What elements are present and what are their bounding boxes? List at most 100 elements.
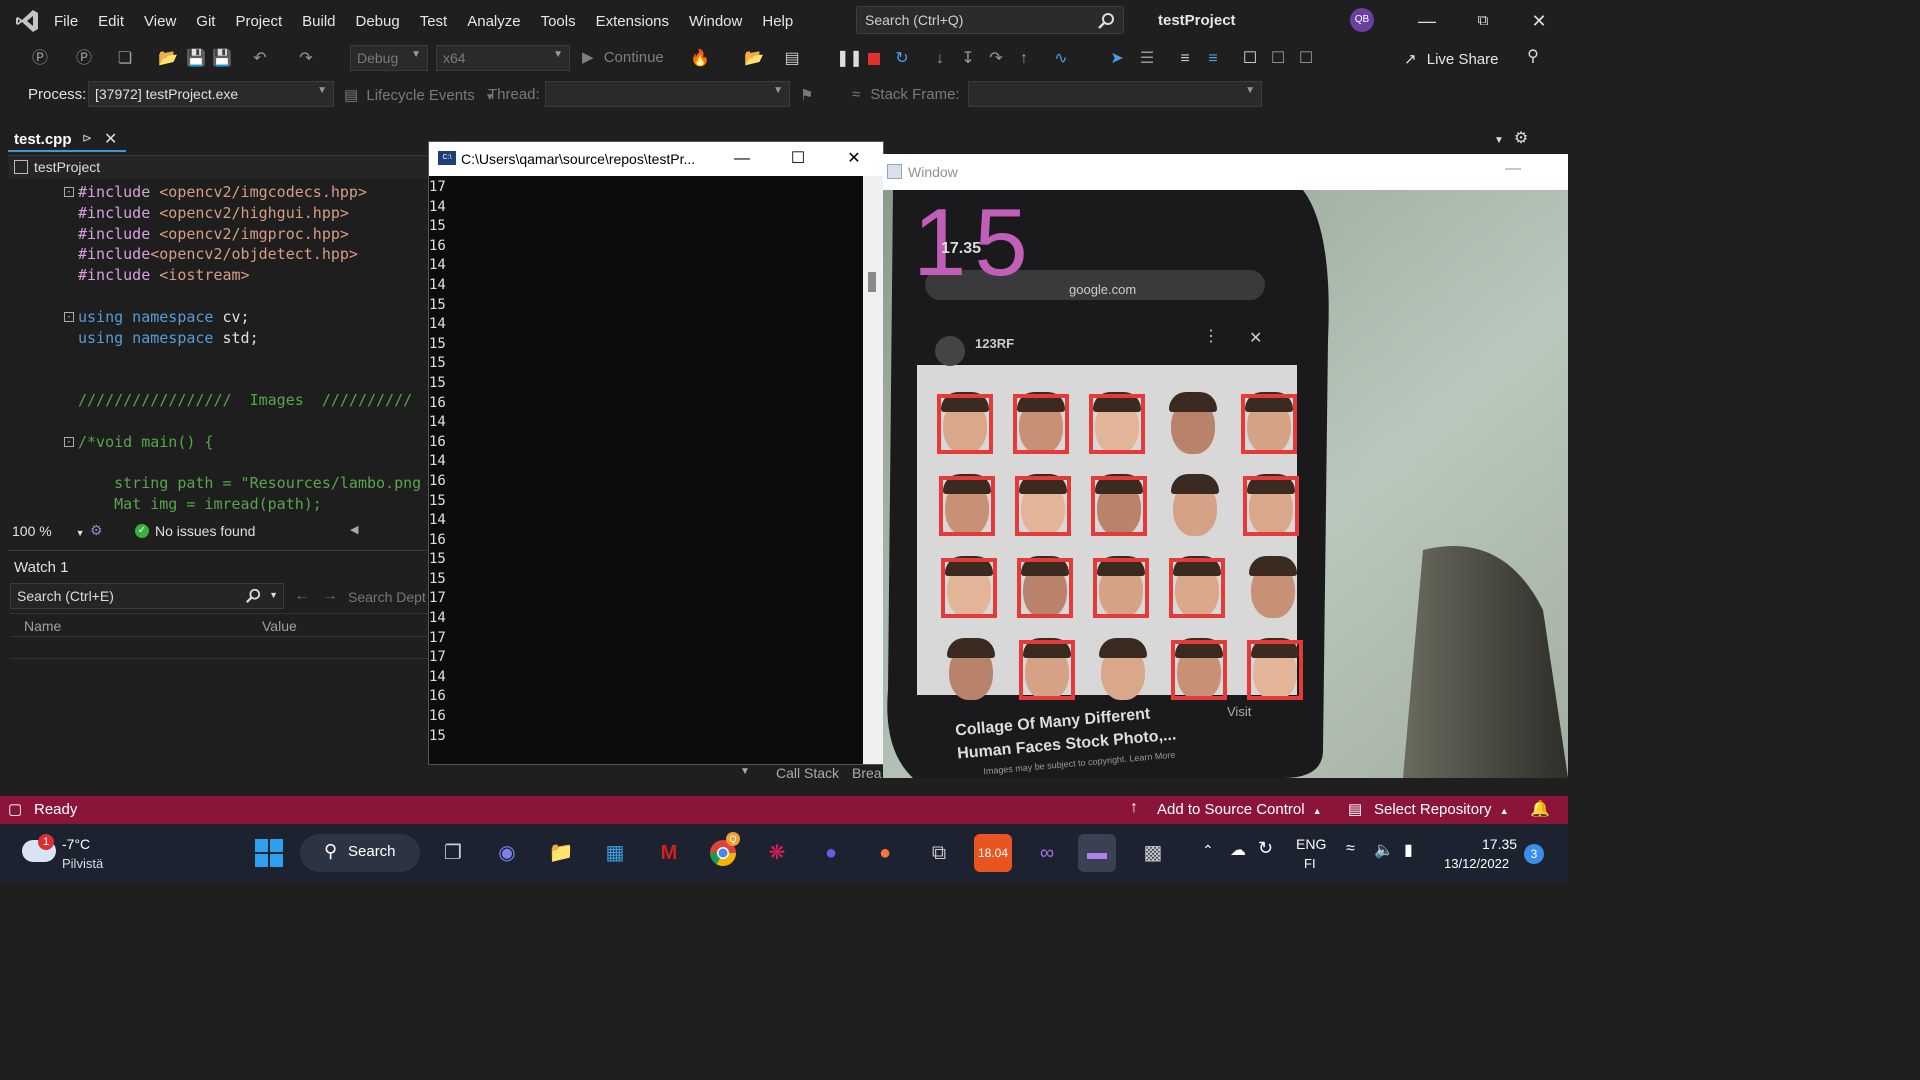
navigation-bar[interactable]: testProject	[8, 155, 428, 179]
step-over-icon[interactable]: ↧	[958, 46, 978, 72]
code-line[interactable]: Mat img = imread(path);	[78, 494, 322, 514]
watch-empty-row[interactable]	[10, 637, 428, 659]
close-button[interactable]: ✕	[839, 146, 869, 172]
process-dropdown[interactable]: [37972] testProject.exe ▼	[88, 81, 334, 107]
battery-icon[interactable]: ▮	[1404, 840, 1413, 860]
menu-view[interactable]: View	[134, 13, 186, 30]
volume-icon[interactable]: 🔈	[1374, 840, 1394, 860]
menu-edit[interactable]: Edit	[88, 13, 134, 30]
code-line[interactable]: #include <opencv2/imgproc.hpp>	[78, 224, 349, 244]
code-line[interactable]: #include <iostream>	[78, 265, 250, 285]
column-value[interactable]: Value	[262, 618, 297, 634]
opencv-window-taskbar-icon[interactable]: ▩	[1134, 834, 1172, 872]
undo-icon[interactable]: ↶	[250, 46, 270, 72]
search-input[interactable]: Search (Ctrl+Q)	[856, 6, 1124, 34]
minimize-button[interactable]: —	[1412, 6, 1442, 36]
account-avatar[interactable]: QB	[1350, 8, 1374, 32]
watch-search-input[interactable]: Search (Ctrl+E) ▼	[10, 583, 284, 609]
live-share-button[interactable]: ↗ Live Share	[1404, 50, 1498, 68]
save-icon[interactable]: 💾	[186, 46, 206, 72]
close-button[interactable]: ✕	[1524, 6, 1554, 36]
browse-folder-icon[interactable]: 📂	[744, 46, 764, 72]
task-view-icon[interactable]: ❐	[434, 834, 472, 872]
select-repository-button[interactable]: Select Repository ▲	[1374, 801, 1509, 818]
open-folder-icon[interactable]: 📂	[158, 46, 178, 72]
tab-call-stack[interactable]: Call Stack	[776, 765, 839, 781]
back-arrow-icon[interactable]: ←	[294, 587, 310, 605]
notification-count[interactable]: 3	[1524, 844, 1544, 864]
sync-icon[interactable]: ↻	[1258, 838, 1273, 859]
clock-date[interactable]: 13/12/2022	[1444, 856, 1509, 871]
code-line[interactable]: #include <opencv2/highgui.hpp>	[78, 203, 349, 223]
console-taskbar-icon[interactable]: ▬	[1078, 834, 1116, 872]
new-project-icon[interactable]: ❏	[114, 46, 136, 72]
maximize-button[interactable]: ☐	[783, 146, 813, 172]
teams-chat-icon[interactable]: ◉	[488, 834, 526, 872]
gear-icon[interactable]: ⚙	[1512, 126, 1530, 152]
issues-status[interactable]: No issues found	[155, 523, 255, 539]
menu-window[interactable]: Window	[679, 13, 752, 30]
close-icon[interactable]: ✕	[104, 129, 117, 149]
microsoft-store-icon[interactable]: ▦	[596, 834, 634, 872]
chevron-down-icon[interactable]: ▼	[740, 766, 750, 777]
language-code[interactable]: ENG	[1296, 836, 1326, 852]
menu-help[interactable]: Help	[752, 13, 803, 30]
menu-analyze[interactable]: Analyze	[457, 13, 530, 30]
intellicode-icon[interactable]: ⚙	[90, 522, 103, 539]
menu-tools[interactable]: Tools	[531, 13, 586, 30]
stop-icon[interactable]	[866, 46, 882, 72]
cursor-icon[interactable]: ➤	[1106, 46, 1128, 72]
code-line[interactable]: ///////////////// Images //////////	[78, 390, 412, 410]
menu-test[interactable]: Test	[410, 13, 458, 30]
continue-button[interactable]: ▶ Continue	[582, 48, 664, 66]
mcafee-icon[interactable]: M	[650, 834, 688, 872]
visual-studio-taskbar-icon[interactable]: ∞	[1028, 834, 1066, 872]
console-title-bar[interactable]: C:\ C:\Users\qamar\source\repos\testPr..…	[429, 142, 883, 176]
fold-toggle-icon[interactable]: -	[64, 187, 74, 197]
prev-bookmark-icon[interactable]: ☐	[1268, 46, 1288, 72]
add-source-control-button[interactable]: Add to Source Control ▲	[1157, 801, 1322, 818]
align-icon[interactable]: ☰	[1136, 46, 1158, 72]
platform-dropdown[interactable]: x64 ▼	[436, 45, 570, 71]
outdent-icon[interactable]: ≡	[1202, 46, 1224, 72]
code-line[interactable]: #include<opencv2/objdetect.hpp>	[78, 244, 358, 264]
restart-icon[interactable]: ↻	[890, 46, 914, 72]
redo-icon[interactable]: ↷	[296, 46, 316, 72]
lifecycle-events-button[interactable]: ▤ Lifecycle Events ▼	[344, 86, 495, 104]
code-line[interactable]: /*void main() {	[78, 432, 213, 452]
ubuntu-icon[interactable]: 18.04	[974, 834, 1012, 872]
configuration-dropdown[interactable]: Debug ▼	[350, 45, 428, 71]
pause-icon[interactable]: ❚❚	[836, 46, 863, 72]
tab-overflow-icon[interactable]: ▼	[1492, 128, 1506, 154]
windows-start-icon[interactable]	[250, 834, 288, 872]
bookmark-icon[interactable]: ☐	[1240, 46, 1260, 72]
hot-reload-icon[interactable]: 🔥	[690, 46, 710, 72]
browser-icon[interactable]: ●	[812, 834, 850, 872]
menu-git[interactable]: Git	[186, 13, 225, 30]
indent-icon[interactable]: ≡	[1174, 46, 1196, 72]
bell-icon[interactable]: 🔔	[1530, 799, 1550, 819]
clock-time[interactable]: 17.35	[1482, 836, 1517, 852]
weather-desc[interactable]: Pilvistä	[62, 856, 103, 871]
diagnostic-icon[interactable]: ∿	[1050, 46, 1072, 72]
code-line[interactable]: using namespace cv;	[78, 307, 250, 327]
column-name[interactable]: Name	[24, 618, 61, 634]
scroll-left-icon[interactable]: ◀	[350, 523, 358, 536]
pin-icon[interactable]: ⊳	[82, 131, 92, 145]
keyboard-layout[interactable]: FI	[1304, 856, 1316, 871]
weather-temp[interactable]: -7°C	[62, 836, 90, 852]
menu-project[interactable]: Project	[225, 13, 292, 30]
taskbar-search[interactable]: ⚲ Search	[300, 834, 420, 872]
tab-breakpoints[interactable]: Brea	[852, 765, 882, 781]
minimize-button[interactable]: —	[1505, 160, 1521, 178]
scrollbar-thumb[interactable]	[868, 272, 876, 292]
layout-icon[interactable]: ▤	[782, 46, 802, 72]
next-bookmark-icon[interactable]: ☐	[1296, 46, 1316, 72]
search-depth-label[interactable]: Search Dept	[348, 589, 426, 605]
restore-button[interactable]: ⧉	[1468, 6, 1498, 36]
step-into-icon[interactable]: ↓	[930, 46, 950, 72]
feedback-icon[interactable]: ⚲	[1522, 44, 1544, 70]
forward-icon[interactable]: Ⓟ	[74, 46, 94, 72]
code-editor[interactable]: - #include <opencv2/imgcodecs.hpp> #includ…	[8, 180, 428, 520]
back-icon[interactable]: Ⓟ	[30, 46, 50, 72]
